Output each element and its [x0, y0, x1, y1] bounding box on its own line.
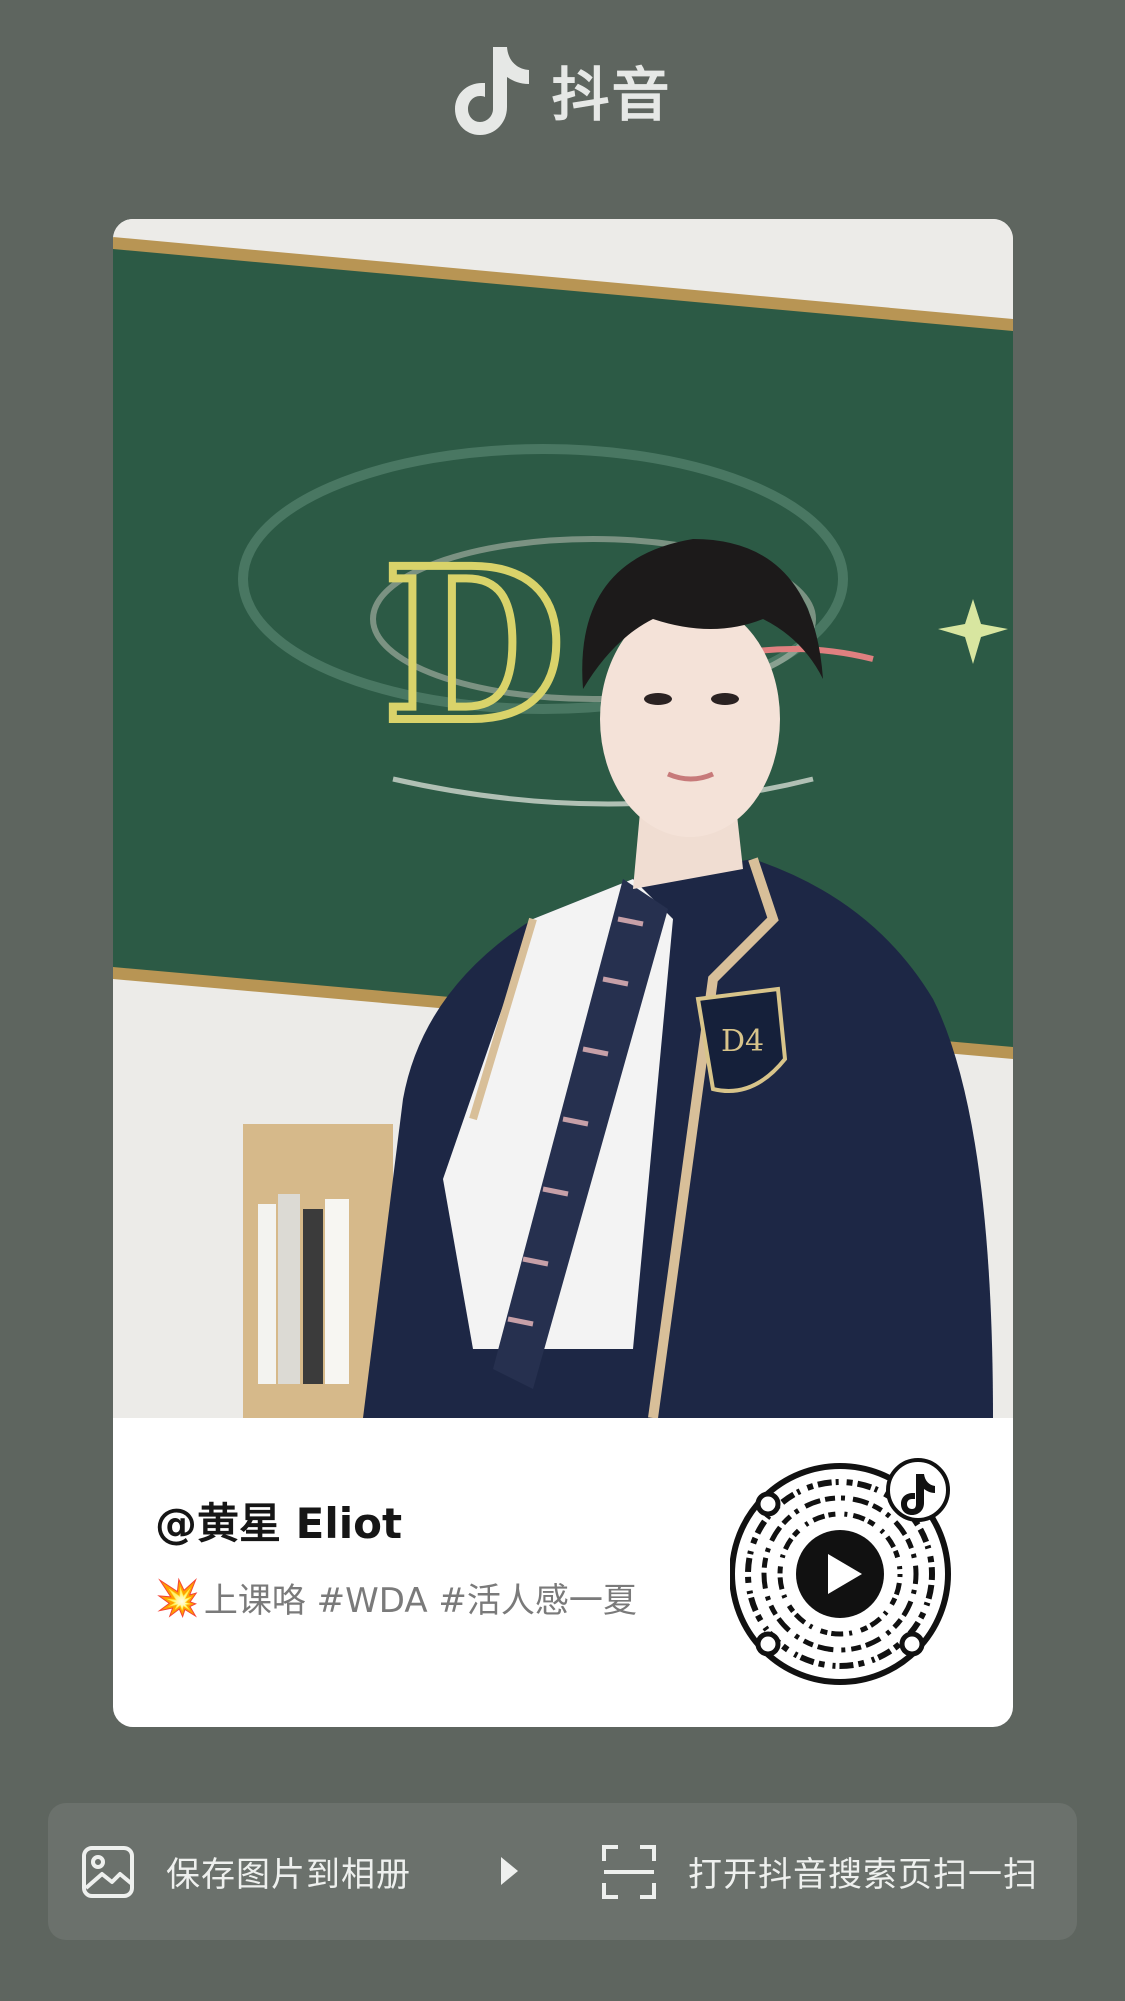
svg-text:D: D: [383, 522, 565, 769]
douyin-note-icon: [455, 47, 530, 135]
svg-text:D4: D4: [721, 1024, 764, 1059]
card-info: @黄星 Eliot 💥 上课咯 #WDA #活人感一夏: [113, 1418, 1013, 1727]
share-poster-page: 抖音 D D4 @黄星 Eliot 💥 上课咯 #WDA #活人感一夏 保存图片…: [0, 0, 1125, 2001]
caption-text: 上课咯 #WDA #活人感一夏: [203, 1581, 637, 1621]
douyin-code-qr[interactable]: [730, 1456, 960, 1686]
collision-emoji: 💥: [155, 1577, 200, 1619]
author-name[interactable]: @黄星 Eliot: [155, 1490, 402, 1551]
save-to-album-button[interactable]: 保存图片到相册: [80, 1803, 411, 1940]
image-icon: [82, 1845, 134, 1898]
cover-illustration: D D4: [113, 219, 1013, 1418]
action-bar: 保存图片到相册 打开抖音搜索页扫一扫: [48, 1803, 1077, 1940]
brand-name: 抖音: [551, 61, 672, 129]
video-cover-image[interactable]: D D4: [113, 219, 1013, 1418]
open-scan-button[interactable]: 打开抖音搜索页扫一扫: [600, 1803, 1038, 1940]
save-to-album-label: 保存图片到相册: [166, 1855, 411, 1895]
scan-icon: [602, 1844, 656, 1899]
play-triangle-icon: [501, 1857, 518, 1885]
share-card: D D4 @黄星 Eliot 💥 上课咯 #WDA #活人感一夏: [113, 219, 1013, 1727]
open-scan-label: 打开抖音搜索页扫一扫: [688, 1855, 1038, 1895]
video-caption: 💥 上课咯 #WDA #活人感一夏: [155, 1573, 637, 1622]
brand-header: 抖音: [0, 40, 1125, 140]
